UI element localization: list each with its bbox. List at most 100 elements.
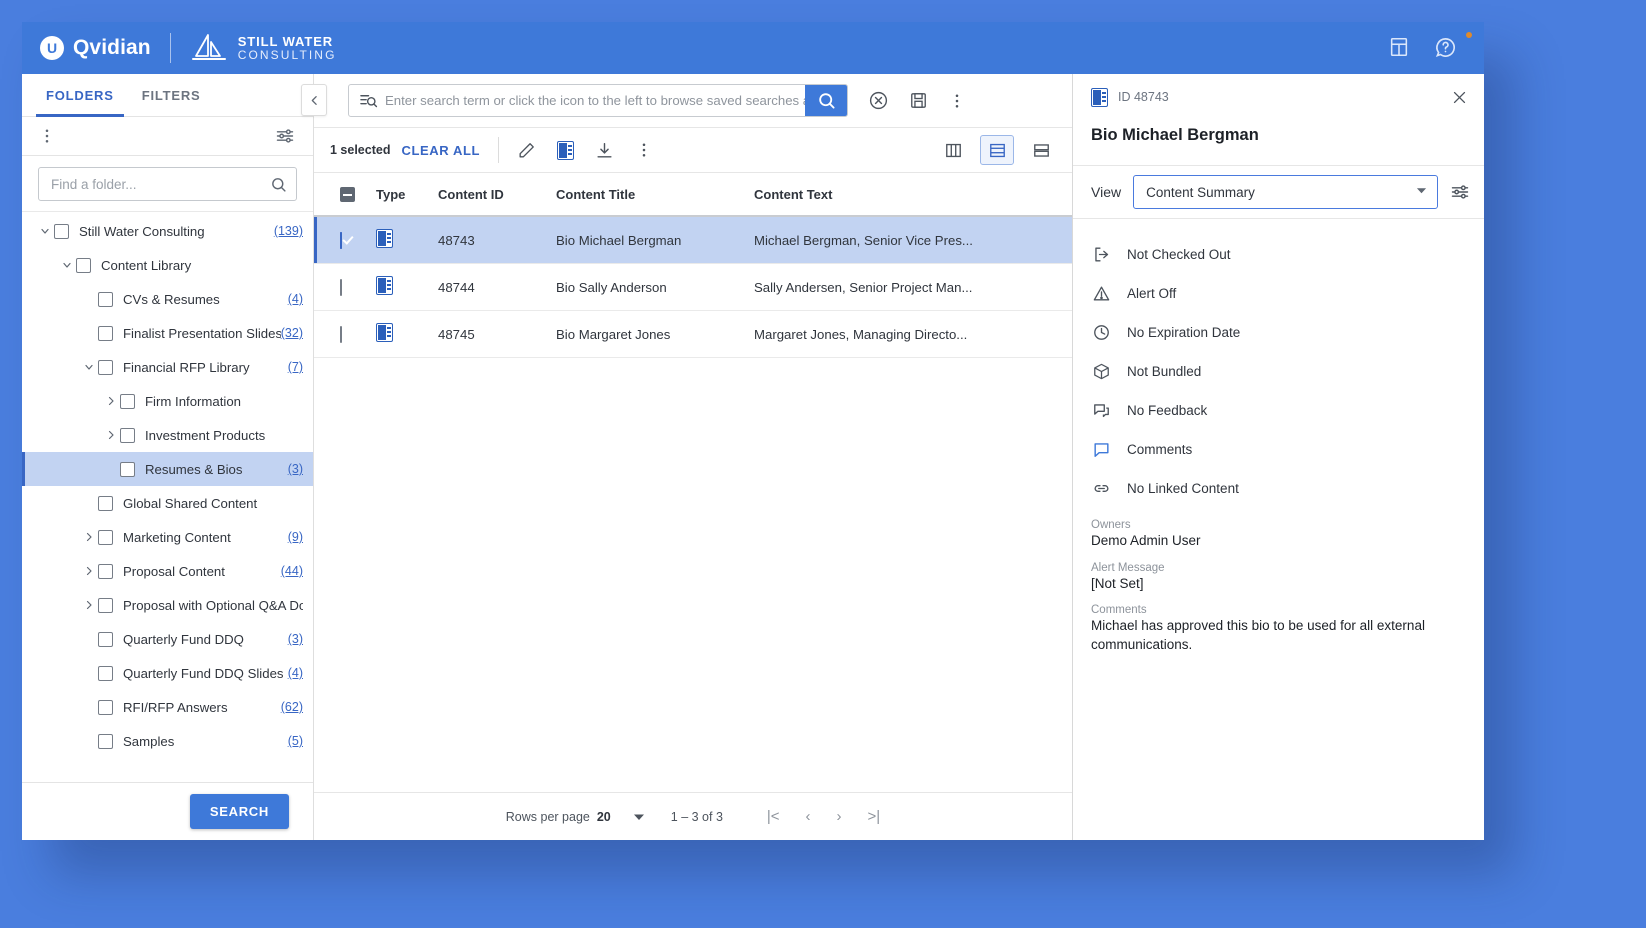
folder-count[interactable]: (4): [288, 666, 303, 680]
folder-checkbox[interactable]: [98, 359, 113, 375]
folder-checkbox[interactable]: [98, 563, 113, 579]
saved-search-icon[interactable]: [349, 91, 385, 110]
next-page-button[interactable]: ›: [837, 808, 842, 825]
folder-checkbox[interactable]: [98, 597, 113, 613]
last-page-button[interactable]: >|: [868, 808, 881, 825]
more-vertical-icon[interactable]: [635, 141, 653, 159]
tune-icon[interactable]: [1450, 182, 1470, 202]
row-content-title[interactable]: Bio Sally Anderson: [550, 263, 748, 311]
chevron-down-icon[interactable]: [58, 259, 76, 271]
status-item[interactable]: Comments: [1091, 430, 1466, 469]
folder-checkbox[interactable]: [98, 495, 113, 511]
folder-checkbox[interactable]: [98, 665, 113, 681]
folder-search-box[interactable]: [38, 167, 297, 201]
folder-tree-item[interactable]: CVs & Resumes (4): [22, 282, 313, 316]
folder-count[interactable]: (62): [281, 700, 303, 714]
folder-tree-item[interactable]: Content Library: [22, 248, 313, 282]
table-row[interactable]: 48744 Bio Sally Anderson Sally Andersen, S…: [314, 263, 1072, 311]
brand-logo[interactable]: U Qvidian: [22, 36, 151, 60]
more-vertical-icon[interactable]: [38, 127, 56, 145]
tab-folders[interactable]: FOLDERS: [34, 76, 126, 117]
folder-checkbox[interactable]: [120, 393, 135, 409]
row-content-title[interactable]: Bio Michael Bergman: [550, 216, 748, 264]
folder-count[interactable]: (9): [288, 530, 303, 544]
chevron-right-icon[interactable]: [80, 565, 98, 577]
folder-count[interactable]: (44): [281, 564, 303, 578]
folder-count[interactable]: (3): [288, 462, 303, 476]
chevron-right-icon[interactable]: [102, 395, 120, 407]
chevron-right-icon[interactable]: [80, 531, 98, 543]
tune-icon[interactable]: [275, 126, 295, 146]
split-view-button[interactable]: [1024, 135, 1058, 165]
rows-view-button[interactable]: [980, 135, 1014, 165]
status-item[interactable]: Alert Off: [1091, 274, 1466, 313]
folder-tree-item[interactable]: Financial RFP Library (7): [22, 350, 313, 384]
column-header-type[interactable]: Type: [370, 173, 432, 217]
dashboard-icon[interactable]: [1388, 36, 1412, 60]
main-search-box[interactable]: [348, 84, 848, 117]
folder-count[interactable]: (139): [274, 224, 303, 238]
column-header-content-id[interactable]: Content ID: [432, 173, 550, 217]
help-icon[interactable]: [1434, 36, 1458, 60]
folder-checkbox[interactable]: [120, 461, 135, 477]
first-page-button[interactable]: |<: [767, 808, 780, 825]
select-all-header[interactable]: [314, 173, 370, 217]
column-header-content-title[interactable]: Content Title: [550, 173, 748, 217]
folder-checkbox[interactable]: [120, 427, 135, 443]
row-content-title[interactable]: Bio Margaret Jones: [550, 310, 748, 358]
pencil-icon[interactable]: [517, 141, 536, 160]
chevron-down-icon[interactable]: [36, 225, 54, 237]
status-item[interactable]: Not Checked Out: [1091, 235, 1466, 274]
row-checkbox[interactable]: [340, 231, 342, 249]
chevron-right-icon[interactable]: [102, 429, 120, 441]
download-icon[interactable]: [595, 141, 614, 160]
folder-count[interactable]: (3): [288, 632, 303, 646]
status-item[interactable]: No Expiration Date: [1091, 313, 1466, 352]
search-button[interactable]: SEARCH: [189, 794, 289, 829]
chevron-down-icon[interactable]: [80, 361, 98, 373]
folder-checkbox[interactable]: [98, 325, 113, 341]
select-all-checkbox[interactable]: [340, 187, 355, 202]
table-row[interactable]: 48743 Bio Michael Bergman Michael Bergman,…: [314, 216, 1072, 264]
folder-tree-item[interactable]: Investment Products: [22, 418, 313, 452]
tab-filters[interactable]: FILTERS: [130, 76, 213, 114]
folder-tree-item[interactable]: Quarterly Fund DDQ Slides (4): [22, 656, 313, 690]
status-item[interactable]: No Linked Content: [1091, 469, 1466, 508]
close-detail-panel-button[interactable]: [1451, 89, 1468, 106]
folder-checkbox[interactable]: [98, 291, 113, 307]
folder-tree-item[interactable]: Global Shared Content: [22, 486, 313, 520]
prev-page-button[interactable]: ‹: [806, 808, 811, 825]
word-doc-icon[interactable]: [557, 140, 575, 160]
folder-count[interactable]: (4): [288, 292, 303, 306]
search-icon[interactable]: [270, 176, 287, 193]
folder-checkbox[interactable]: [98, 529, 113, 545]
folder-count[interactable]: (32): [281, 326, 303, 340]
folder-checkbox[interactable]: [76, 257, 91, 273]
row-checkbox-cell[interactable]: [314, 216, 370, 264]
search-submit-button[interactable]: [805, 85, 847, 116]
row-checkbox-cell[interactable]: [314, 263, 370, 311]
clear-search-icon[interactable]: [868, 90, 889, 111]
row-checkbox[interactable]: [340, 325, 342, 343]
folder-checkbox[interactable]: [98, 733, 113, 749]
view-select-dropdown[interactable]: Content Summary: [1133, 175, 1438, 209]
rows-per-page-dropdown[interactable]: [633, 811, 645, 823]
status-item[interactable]: Not Bundled: [1091, 352, 1466, 391]
row-checkbox-cell[interactable]: [314, 310, 370, 358]
folder-tree-item[interactable]: Finalist Presentation Slides (32): [22, 316, 313, 350]
folder-count[interactable]: (5): [288, 734, 303, 748]
folder-tree-item[interactable]: Proposal Content (44): [22, 554, 313, 588]
clear-all-button[interactable]: CLEAR ALL: [401, 143, 480, 158]
folder-checkbox[interactable]: [98, 631, 113, 647]
folder-tree-item[interactable]: Firm Information: [22, 384, 313, 418]
folder-tree-item[interactable]: Resumes & Bios (3): [22, 452, 313, 486]
save-search-icon[interactable]: [909, 91, 928, 110]
folder-tree-item[interactable]: RFI/RFP Answers (62): [22, 690, 313, 724]
main-search-input[interactable]: [385, 85, 805, 116]
folder-search-input[interactable]: [51, 176, 270, 192]
folder-tree-item[interactable]: Proposal with Optional Q&A Doc Type: [22, 588, 313, 622]
row-checkbox[interactable]: [340, 278, 342, 296]
table-row[interactable]: 48745 Bio Margaret Jones Margaret Jones, M…: [314, 310, 1072, 358]
chevron-right-icon[interactable]: [80, 599, 98, 611]
folder-tree-item[interactable]: Samples (5): [22, 724, 313, 758]
